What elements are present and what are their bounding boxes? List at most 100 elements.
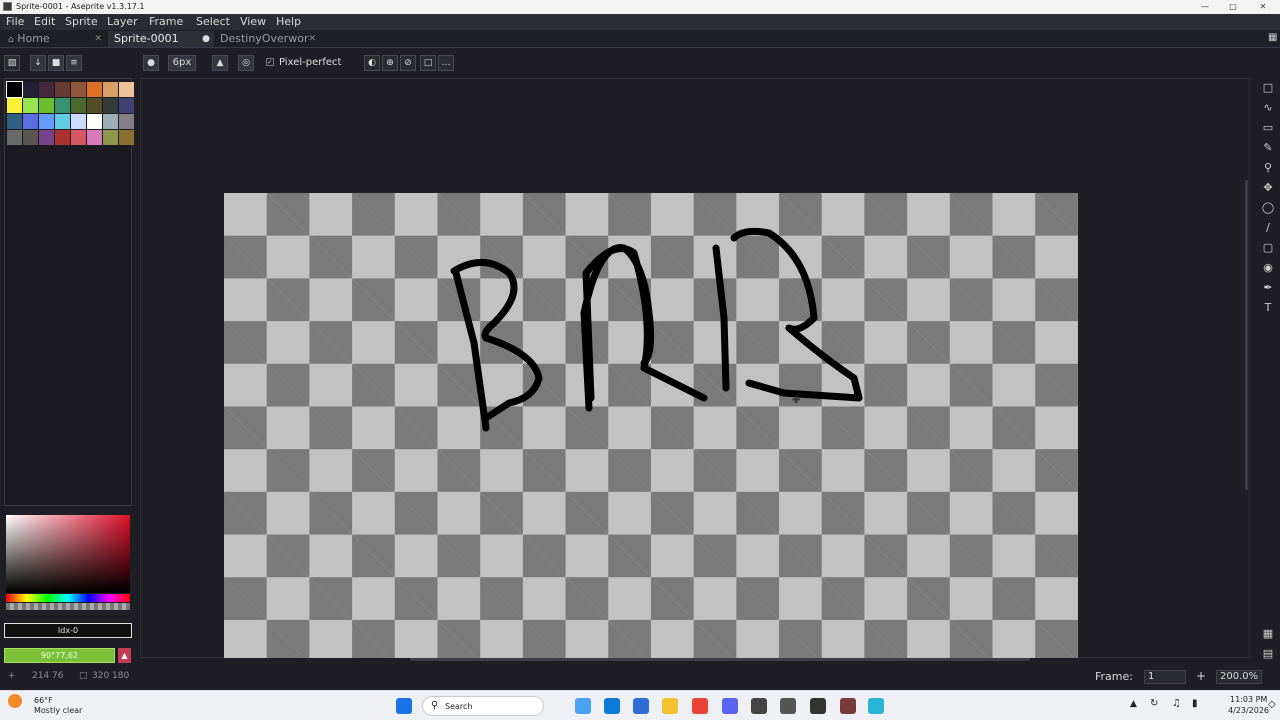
menu-select[interactable]: Select — [196, 15, 230, 28]
app-icon-2[interactable] — [868, 698, 884, 714]
menu-layer[interactable]: Layer — [107, 15, 138, 28]
symmetry-diagonal-icon[interactable]: □ — [420, 55, 436, 71]
palette-swatch[interactable] — [7, 114, 22, 129]
lock-icon[interactable]: ▧ — [4, 55, 20, 71]
vertical-scrollbar[interactable] — [1245, 180, 1248, 490]
weather-icon[interactable] — [8, 694, 22, 708]
palette-swatch[interactable] — [39, 130, 54, 145]
minimize-button[interactable]: — — [1192, 0, 1218, 14]
close-button[interactable]: ✕ — [1250, 0, 1276, 14]
brush-type-icon[interactable]: ● — [143, 55, 159, 71]
brush-size-field[interactable]: 6px — [168, 55, 196, 71]
app-icon[interactable] — [840, 698, 856, 714]
warning-icon[interactable]: ▲ — [118, 648, 131, 663]
menu-help[interactable]: Help — [276, 15, 301, 28]
horizontal-scrollbar[interactable] — [410, 658, 1030, 661]
rectangle-shape-icon[interactable]: ▢ — [1260, 240, 1276, 256]
palette-swatch[interactable] — [103, 130, 118, 145]
pencil-icon[interactable]: ✎ — [1260, 140, 1276, 156]
palette-swatch[interactable] — [55, 114, 70, 129]
color-value-field[interactable]: 90°77,62 — [4, 648, 115, 663]
list-icon[interactable]: ≡ — [66, 55, 82, 71]
eraser-icon[interactable]: ▭ — [1260, 120, 1276, 136]
menu-view[interactable]: View — [240, 15, 266, 28]
zoom-icon[interactable]: ⚲ — [1260, 160, 1276, 176]
palette-swatch[interactable] — [87, 98, 102, 113]
symmetry-vertical-icon[interactable]: ⊘ — [400, 55, 416, 71]
obs-icon[interactable] — [751, 698, 767, 714]
add-frame-icon[interactable]: + — [1196, 669, 1206, 683]
clock-time[interactable]: 11:03 PM — [1230, 695, 1267, 704]
palette-swatch[interactable] — [71, 82, 86, 97]
symmetry-horizontal-icon[interactable]: ⊕ — [382, 55, 398, 71]
volume-icon[interactable]: ♫ — [1172, 698, 1181, 709]
discord-icon[interactable] — [722, 698, 738, 714]
tab-destinyoverwor[interactable]: DestinyOverwor ✕ — [214, 31, 320, 47]
color-picker-sv[interactable] — [6, 515, 130, 593]
opacity-icon[interactable]: ◎ — [238, 55, 254, 71]
clock-date[interactable]: 4/23/2026 — [1228, 706, 1269, 715]
palette-swatch[interactable] — [6, 81, 23, 98]
download-icon[interactable]: ↓ — [30, 55, 46, 71]
palette-swatch[interactable] — [119, 98, 134, 113]
zoom-field[interactable]: 200.0% — [1216, 670, 1262, 684]
palette-swatch[interactable] — [119, 82, 134, 97]
palette-swatch[interactable] — [55, 130, 70, 145]
palette-swatch[interactable] — [39, 82, 54, 97]
close-tab-icon[interactable]: ✕ — [94, 31, 102, 47]
tab-sprite-0001[interactable]: Sprite-0001 ● — [108, 31, 214, 47]
copilot-icon[interactable] — [575, 698, 591, 714]
store-icon[interactable] — [633, 698, 649, 714]
edge-icon[interactable] — [604, 698, 620, 714]
move-icon[interactable]: ✥ — [1260, 180, 1276, 196]
pixel-perfect-checkbox[interactable]: ✓ — [266, 58, 274, 66]
blur-icon[interactable]: ◉ — [1260, 260, 1276, 276]
text-tool-icon[interactable]: T — [1260, 300, 1276, 316]
palette-swatch[interactable] — [71, 130, 86, 145]
menu-frame[interactable]: Frame — [149, 15, 183, 28]
palette-swatch[interactable] — [23, 82, 38, 97]
palette-swatch[interactable] — [87, 82, 102, 97]
palette-swatch[interactable] — [119, 130, 134, 145]
notification-icon[interactable]: ◇ — [1268, 699, 1276, 710]
file-explorer-icon[interactable] — [662, 698, 678, 714]
palette-swatch[interactable] — [23, 114, 38, 129]
palette-swatch[interactable] — [87, 130, 102, 145]
aseprite-taskbar-icon[interactable] — [810, 698, 826, 714]
eyedropper-icon[interactable]: ✒ — [1260, 280, 1276, 296]
chrome-icon[interactable] — [692, 698, 708, 714]
palette-swatch[interactable] — [103, 82, 118, 97]
unity-icon[interactable] — [780, 698, 796, 714]
palette-swatch[interactable] — [55, 82, 70, 97]
menu-edit[interactable]: Edit — [34, 15, 55, 28]
modified-dot-icon[interactable]: ● — [202, 31, 210, 47]
lasso-icon[interactable]: ∿ — [1260, 100, 1276, 116]
palette-swatch[interactable] — [39, 114, 54, 129]
palette-swatch[interactable] — [71, 98, 86, 113]
alpha-slider[interactable] — [6, 603, 130, 610]
frame-field[interactable]: 1 — [1144, 670, 1186, 684]
palette-swatch[interactable] — [103, 114, 118, 129]
tab-menu-icon[interactable]: ▦ — [1268, 32, 1277, 43]
ink-icon[interactable]: ▲ — [212, 55, 228, 71]
windows-start-icon[interactable] — [396, 698, 412, 714]
palette-swatch[interactable] — [55, 98, 70, 113]
search-box[interactable]: ⚲ Search — [422, 696, 544, 716]
close-tab-icon[interactable]: ✕ — [308, 31, 316, 47]
network-icon[interactable]: ↻ — [1150, 698, 1158, 709]
chevron-up-icon[interactable]: ▲ — [1130, 699, 1137, 709]
maximize-button[interactable]: □ — [1220, 0, 1246, 14]
menu-sprite[interactable]: Sprite — [65, 15, 98, 28]
palette-swatch[interactable] — [7, 130, 22, 145]
palette-swatch[interactable] — [23, 98, 38, 113]
color-index-field[interactable]: Idx-0 — [4, 623, 132, 638]
timeline-icon[interactable]: ▦ — [1260, 626, 1276, 642]
palette-swatch[interactable] — [103, 98, 118, 113]
layers-icon[interactable]: ▤ — [1260, 646, 1276, 662]
paint-bucket-icon[interactable]: ◯ — [1260, 200, 1276, 216]
tab-home[interactable]: ⌂ Home ✕ — [2, 31, 106, 47]
line-icon[interactable]: ∕ — [1260, 220, 1276, 236]
symmetry-icon[interactable]: ◐ — [364, 55, 380, 71]
stop-icon[interactable]: ■ — [48, 55, 64, 71]
hue-slider[interactable] — [6, 594, 130, 602]
